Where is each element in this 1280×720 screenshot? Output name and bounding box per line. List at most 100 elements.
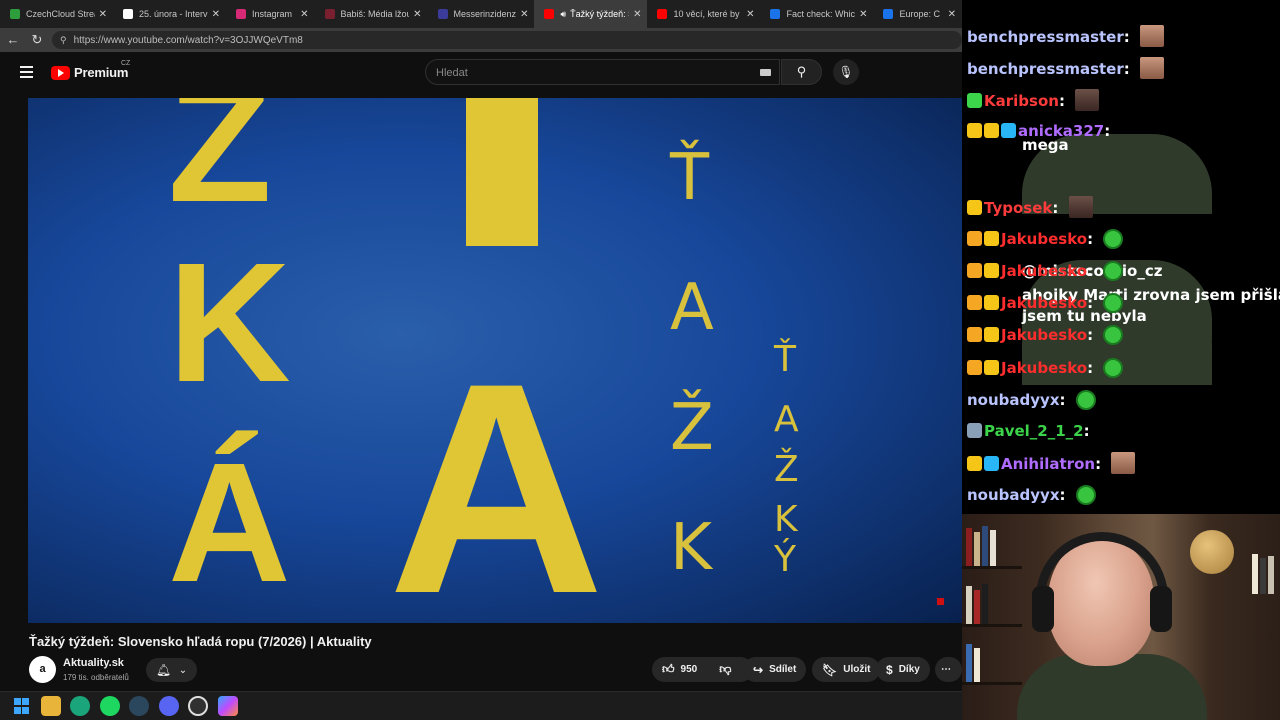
- windows-start-icon[interactable]: [12, 696, 32, 716]
- tab-close-icon[interactable]: ✕: [633, 9, 641, 20]
- chat-message: Anihilatron:: [967, 452, 1136, 475]
- subscription-bell-button[interactable]: 🔔︎ ⌄: [146, 658, 197, 682]
- tab-close-icon[interactable]: ✕: [520, 9, 528, 20]
- browser-tab[interactable]: Messerinzidenz ✕: [428, 0, 535, 28]
- video-letter: Ž: [774, 449, 799, 490]
- back-arrow-icon[interactable]: ←: [1, 32, 25, 47]
- channel-name[interactable]: Aktuality.sk: [63, 657, 124, 669]
- stream-chat: mega benchpressmaster: benchpressmaster: …: [962, 0, 1280, 514]
- youtube-logo[interactable]: Premium CZ: [51, 60, 130, 80]
- dislike-icon[interactable]: 👎︎: [719, 662, 731, 677]
- video-letter: Ž: [670, 391, 714, 465]
- book: [974, 590, 980, 624]
- chat-message: benchpressmaster:: [967, 57, 1164, 80]
- tab-close-icon[interactable]: ✕: [99, 9, 107, 20]
- headset: [1036, 532, 1168, 612]
- search-icon: ⚲: [796, 64, 807, 79]
- chat-username[interactable]: Jakubesko: [1001, 262, 1087, 280]
- tab-close-icon[interactable]: ✕: [300, 9, 308, 20]
- video-letter: K: [168, 228, 291, 418]
- chat-username[interactable]: noubadyyx: [967, 486, 1060, 504]
- video-letter: Ý: [774, 539, 796, 580]
- obs-icon[interactable]: [188, 696, 208, 716]
- more-actions-button[interactable]: ⋯: [935, 657, 962, 682]
- file-explorer-icon[interactable]: [41, 696, 61, 716]
- like-button[interactable]: 👍︎ 950 👎︎: [652, 657, 753, 682]
- book: [1268, 556, 1274, 594]
- search-button[interactable]: ⚲: [781, 59, 822, 85]
- chat-username[interactable]: Anihilatron: [1001, 455, 1095, 473]
- chat-separator: :: [1123, 60, 1135, 78]
- taskbar: [0, 691, 962, 720]
- chat-badge-icon: [967, 456, 982, 471]
- site-info-icon[interactable]: ⚲: [60, 35, 67, 46]
- video-player[interactable]: Z K Á A Ť A Ž K Ť A Ž K Ý: [28, 98, 962, 623]
- tab-close-icon[interactable]: ✕: [212, 9, 220, 20]
- video-letter: Ť: [774, 339, 796, 380]
- browser-tab[interactable]: 25. února - Interview ✕: [113, 0, 226, 28]
- browser-tab[interactable]: Europe: C ✕: [873, 0, 962, 28]
- chat-message: Jakubesko:: [967, 260, 1124, 282]
- reload-icon[interactable]: ↻: [25, 32, 49, 48]
- like-count: 950: [680, 664, 698, 675]
- share-label: Sdílet: [769, 664, 797, 675]
- chat-message: noubadyyx:: [967, 484, 1096, 506]
- search-input[interactable]: Hledat: [425, 59, 780, 85]
- browser-tab[interactable]: Fact check: Which co ✕: [760, 0, 873, 28]
- address-bar[interactable]: ⚲ https://www.youtube.com/watch?v=3OJJWQ…: [52, 31, 962, 49]
- browser-tab[interactable]: CzechCloud Stream ✕: [0, 0, 113, 28]
- keyboard-icon[interactable]: [760, 69, 771, 76]
- chat-badge-icon: [984, 123, 999, 138]
- chat-username[interactable]: Karibson: [984, 92, 1059, 110]
- tab-audio-icon[interactable]: 🔊︎: [560, 9, 566, 20]
- chat-username[interactable]: benchpressmaster: [967, 28, 1124, 46]
- tab-favicon-icon: [236, 9, 246, 19]
- video-letter: Z: [168, 98, 272, 238]
- save-button[interactable]: 🔖︎ Uložit: [812, 657, 881, 682]
- tab-close-icon[interactable]: ✕: [413, 9, 421, 20]
- chat-username[interactable]: noubadyyx: [967, 391, 1060, 409]
- tab-title: Fact check: Which co: [786, 9, 855, 19]
- chat-username[interactable]: Jakubesko: [1001, 326, 1087, 344]
- chat-separator: :: [1087, 326, 1099, 344]
- chat-username[interactable]: benchpressmaster: [967, 60, 1124, 78]
- video-letter: A: [774, 399, 799, 440]
- channel-avatar[interactable]: a: [29, 656, 56, 683]
- save-label: Uložit: [843, 664, 871, 675]
- edge-icon[interactable]: [70, 696, 90, 716]
- copilot-icon[interactable]: [218, 696, 238, 716]
- book: [966, 644, 972, 682]
- chat-message: anicka327: @missscorpio_cz: [967, 120, 1212, 340]
- chat-separator: :: [1058, 92, 1071, 110]
- chat-message: Jakubesko:: [967, 228, 1124, 250]
- voice-search-button[interactable]: 🎙: [833, 59, 859, 85]
- chat-username[interactable]: Jakubesko: [1001, 230, 1087, 248]
- logo-text: Premium: [74, 65, 129, 80]
- chat-emote-icon: [1111, 452, 1136, 474]
- chat-username[interactable]: Jakubesko: [1001, 359, 1087, 377]
- chat-username[interactable]: Jakubesko: [1001, 294, 1087, 312]
- browser-tab[interactable]: 🔊︎ Ťažký týždeň: Sl ✕: [534, 0, 648, 28]
- chat-message: Typosek:: [967, 196, 1093, 219]
- menu-icon[interactable]: [20, 66, 33, 78]
- tab-title: 10 věcí, které by Hitle: [673, 9, 742, 19]
- chat-username[interactable]: anicka327: [1018, 122, 1104, 140]
- steam-icon[interactable]: [129, 696, 149, 716]
- share-button[interactable]: ↪ Sdílet: [743, 657, 807, 682]
- browser-tab[interactable]: Babiš: Média lžou, cy✕: [315, 0, 428, 28]
- chat-username[interactable]: Typosek: [984, 199, 1052, 217]
- chat-separator: :: [1123, 28, 1135, 46]
- tab-favicon-icon: [544, 9, 555, 19]
- tab-title: Ťažký týždeň: Sl: [570, 9, 629, 19]
- spotify-icon[interactable]: [100, 696, 120, 716]
- chat-emote-icon: [1068, 196, 1093, 218]
- browser-tab[interactable]: 10 věcí, které by Hitle ✕: [647, 0, 760, 28]
- tab-close-icon[interactable]: ✕: [859, 9, 867, 20]
- discord-icon[interactable]: [159, 696, 179, 716]
- tab-close-icon[interactable]: ✕: [948, 9, 956, 20]
- book: [982, 584, 988, 624]
- browser-tab[interactable]: Instagram ✕: [226, 0, 315, 28]
- tab-close-icon[interactable]: ✕: [746, 9, 754, 20]
- chat-username[interactable]: Pavel_2_1_2: [984, 422, 1084, 440]
- thanks-button[interactable]: $ Díky: [876, 657, 930, 682]
